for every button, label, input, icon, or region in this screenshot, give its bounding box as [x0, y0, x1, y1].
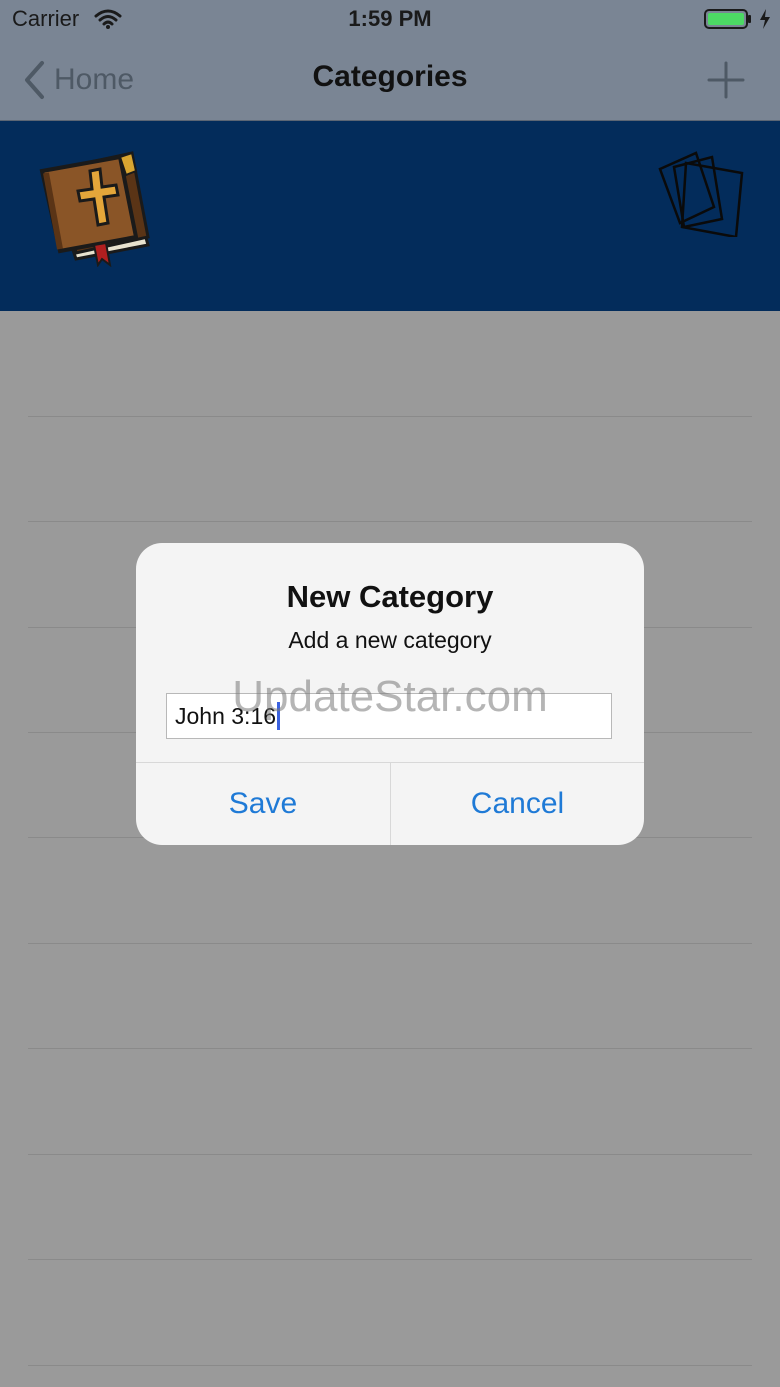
page-title: Categories — [312, 60, 468, 93]
save-button[interactable]: Save — [136, 763, 390, 845]
status-time: 1:59 PM — [348, 6, 432, 31]
table-row-separator — [28, 1154, 752, 1155]
table-row-separator — [28, 1259, 752, 1260]
table-row-separator — [28, 416, 752, 417]
table-row-separator — [28, 1048, 752, 1049]
bible-book-icon — [39, 151, 150, 267]
battery-icon — [704, 9, 751, 29]
new-category-dialog: New Category Add a new category John 3:1… — [136, 543, 644, 845]
status-bar: Carrier 1:59 PM — [0, 0, 780, 40]
plus-icon[interactable] — [706, 60, 746, 100]
table-row-separator — [28, 521, 752, 522]
cancel-button[interactable]: Cancel — [391, 763, 644, 845]
category-name-input[interactable]: John 3:16 — [166, 693, 612, 739]
flashcards-icon[interactable] — [656, 147, 746, 237]
dialog-title: New Category — [286, 579, 494, 614]
category-name-value: John 3:16 — [175, 702, 277, 729]
header-banner — [0, 121, 780, 311]
dialog-message: Add a new category — [288, 627, 492, 653]
navigation-bar: Home Categories — [0, 40, 780, 121]
table-row-separator — [28, 943, 752, 944]
table-row-separator — [28, 1365, 752, 1366]
charging-icon — [760, 9, 770, 29]
text-caret — [277, 702, 281, 730]
category-list — [0, 311, 780, 1387]
